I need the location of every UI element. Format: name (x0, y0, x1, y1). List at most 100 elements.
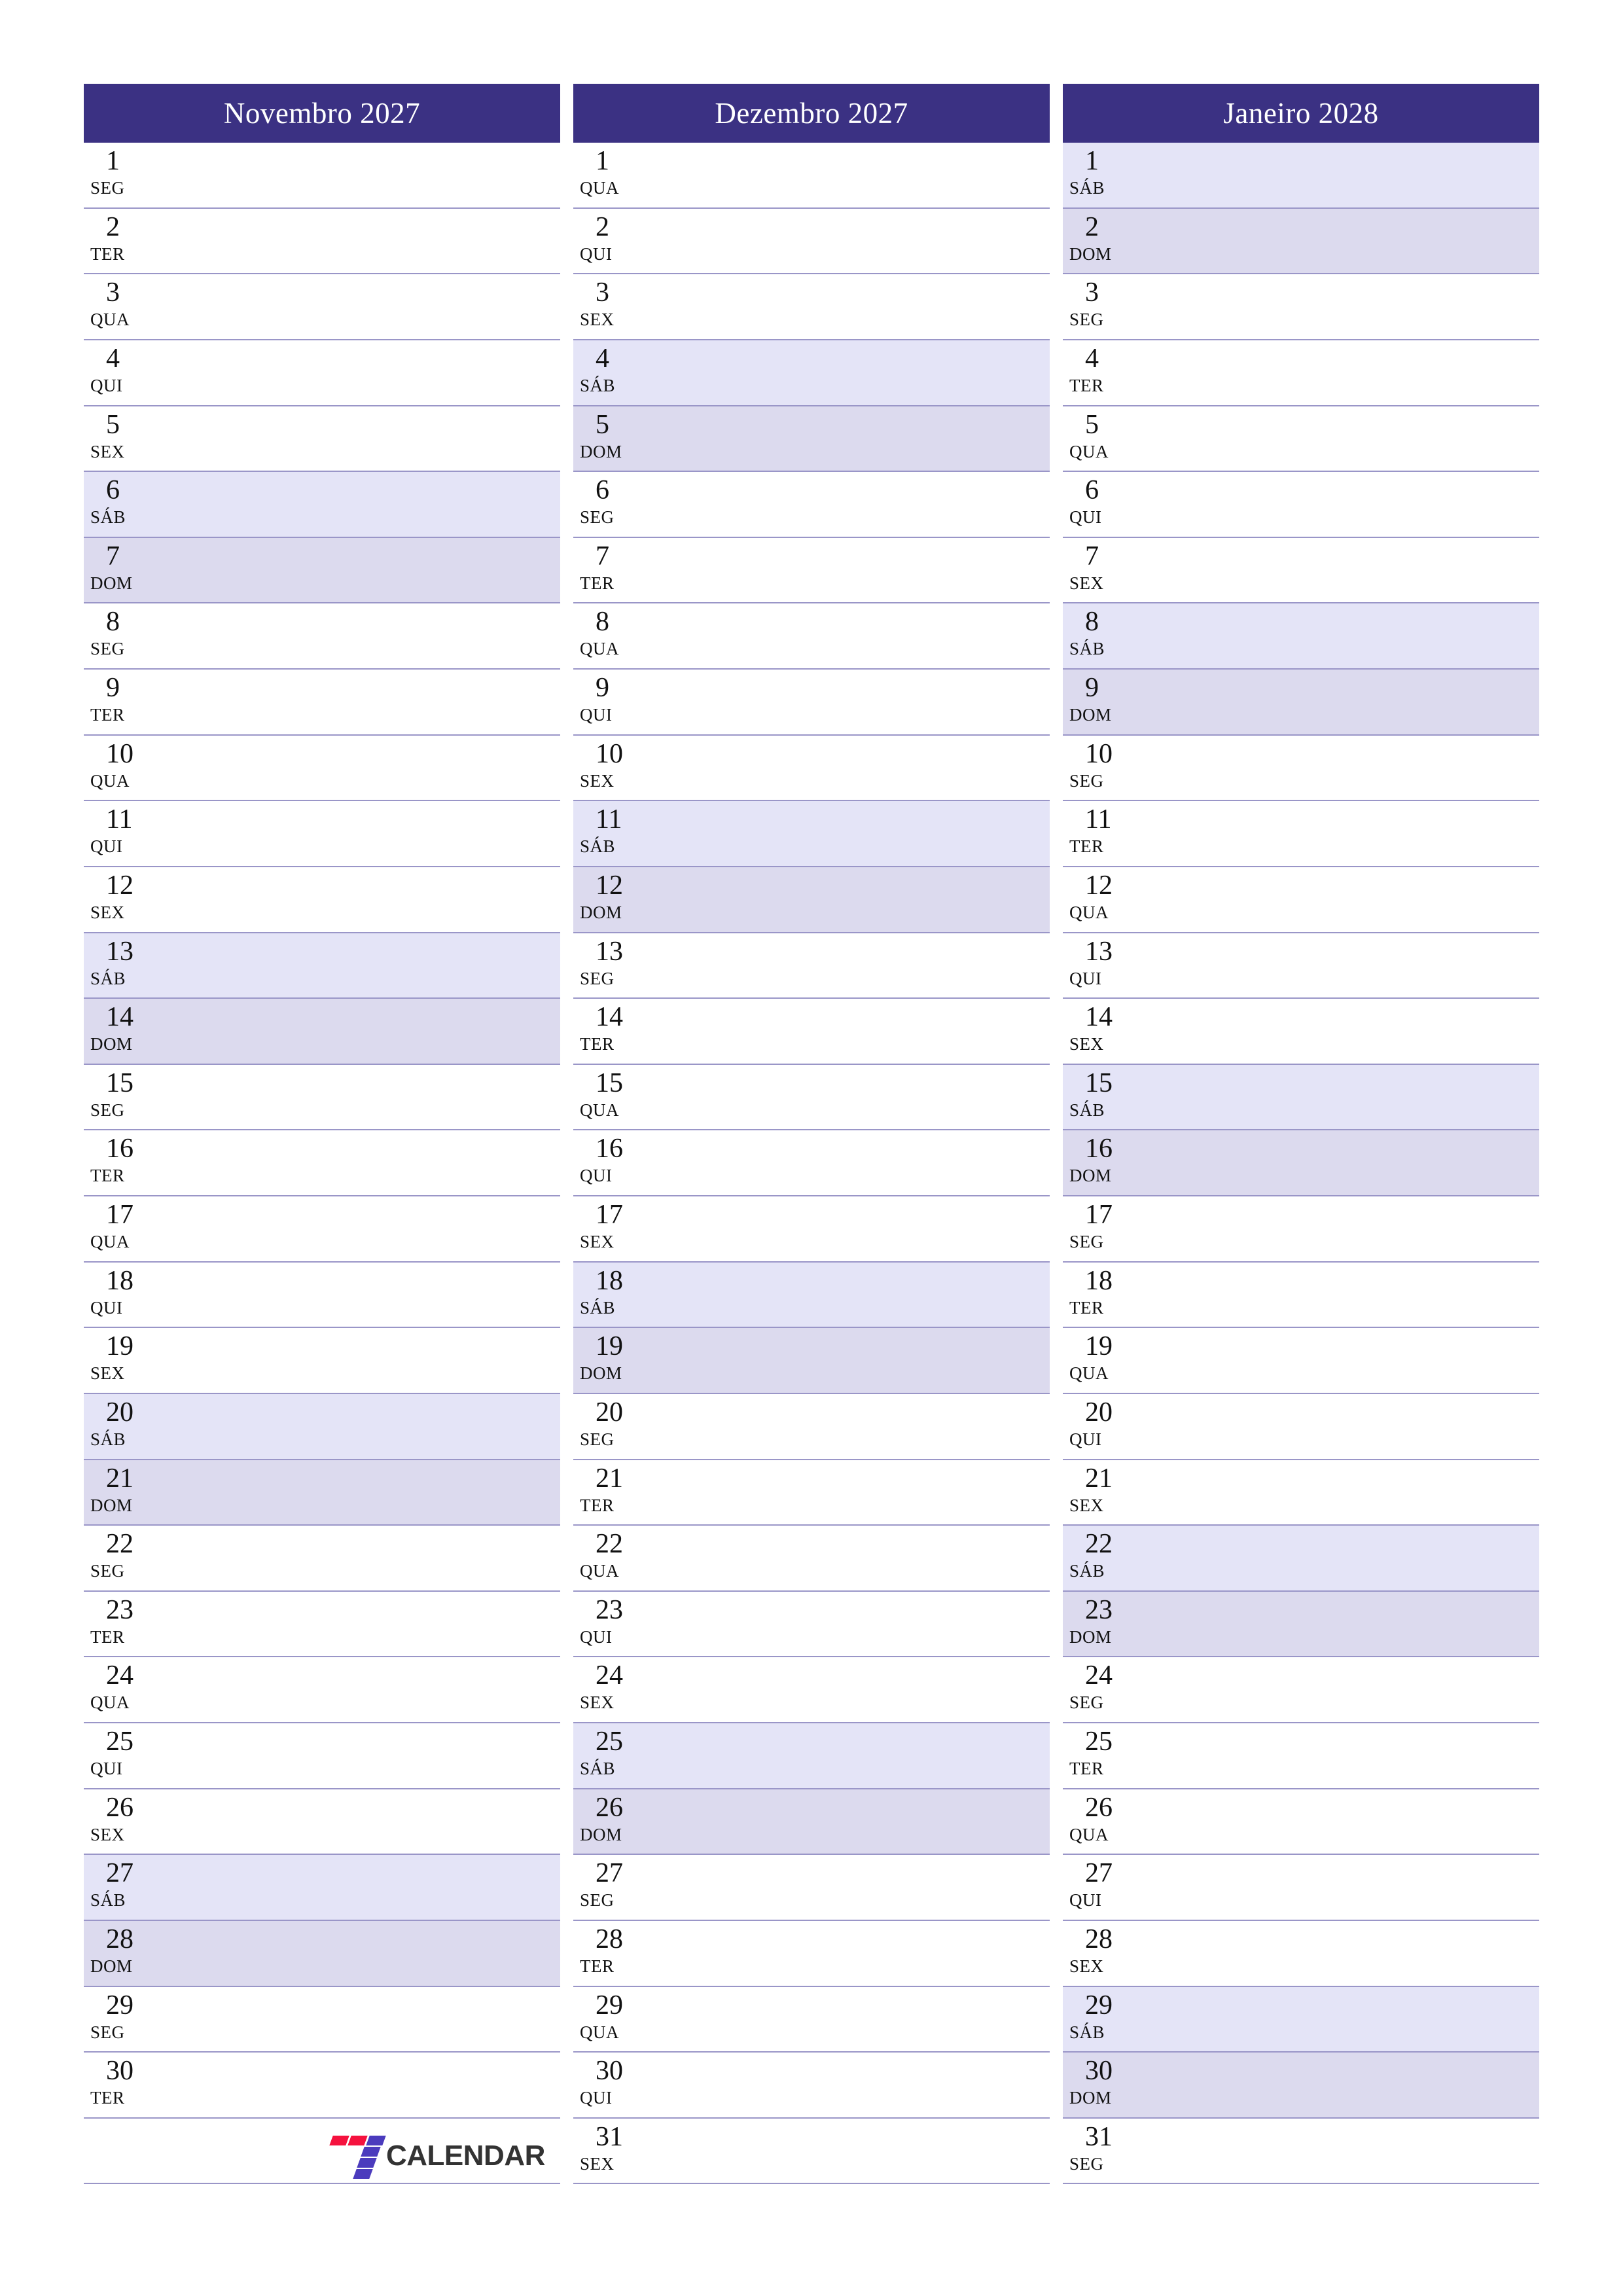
day-row[interactable]: 13 SEG (573, 933, 1050, 999)
day-row[interactable]: 31 SEG (1063, 2118, 1539, 2185)
day-row[interactable]: 14 TER (573, 999, 1050, 1065)
day-row[interactable]: 24 SEG (1063, 1657, 1539, 1723)
day-row[interactable]: 12 SEX (84, 867, 560, 933)
day-row[interactable]: 16 DOM (1063, 1130, 1539, 1196)
day-row[interactable]: 9 DOM (1063, 670, 1539, 736)
day-row[interactable]: 24 SEX (573, 1657, 1050, 1723)
day-row[interactable]: 12 QUA (1063, 867, 1539, 933)
day-row[interactable]: 9 TER (84, 670, 560, 736)
day-row[interactable]: 20 SEG (573, 1393, 1050, 1460)
day-weekday-label: SEG (1069, 1693, 1104, 1713)
day-row[interactable]: 7 TER (573, 537, 1050, 604)
day-row[interactable]: 1 SÁB (1063, 143, 1539, 209)
day-row[interactable]: 17 SEX (573, 1196, 1050, 1263)
day-row[interactable]: 8 QUA (573, 603, 1050, 670)
day-row[interactable]: 11 TER (1063, 801, 1539, 867)
day-row[interactable]: 29 SEG (84, 1986, 560, 2053)
day-row[interactable]: 3 QUA (84, 274, 560, 340)
day-row[interactable]: 5 DOM (573, 406, 1050, 473)
day-row[interactable]: 22 QUA (573, 1526, 1050, 1592)
day-row[interactable]: 18 SÁB (573, 1262, 1050, 1329)
day-row[interactable]: 2 QUI (573, 208, 1050, 275)
day-row[interactable]: 16 QUI (573, 1130, 1050, 1196)
day-row[interactable]: 27 QUI (1063, 1855, 1539, 1921)
day-row[interactable]: 22 SÁB (1063, 1526, 1539, 1592)
day-row[interactable]: 27 SEG (573, 1855, 1050, 1921)
day-row[interactable]: 16 TER (84, 1130, 560, 1196)
day-row[interactable]: 26 SEX (84, 1789, 560, 1856)
day-row[interactable]: 10 SEG (1063, 735, 1539, 802)
day-row[interactable]: 11 SÁB (573, 801, 1050, 867)
day-row[interactable]: 14 DOM (84, 999, 560, 1065)
day-row[interactable]: CALENDAR (84, 2118, 560, 2185)
day-row[interactable]: 15 SEG (84, 1064, 560, 1131)
day-row[interactable]: 6 QUI (1063, 472, 1539, 538)
day-row[interactable]: 13 SÁB (84, 933, 560, 999)
day-row[interactable]: 24 QUA (84, 1657, 560, 1723)
day-row[interactable]: 26 QUA (1063, 1789, 1539, 1856)
seven-mark-tile (348, 2135, 368, 2145)
day-row[interactable]: 9 QUI (573, 670, 1050, 736)
day-row[interactable]: 10 SEX (573, 735, 1050, 802)
day-row[interactable]: 7 DOM (84, 537, 560, 604)
day-row[interactable]: 17 SEG (1063, 1196, 1539, 1263)
day-row[interactable]: 21 SEX (1063, 1460, 1539, 1526)
day-number: 15 (596, 1067, 623, 1098)
day-row[interactable]: 21 TER (573, 1460, 1050, 1526)
day-row[interactable]: 25 QUI (84, 1723, 560, 1789)
day-row[interactable]: 21 DOM (84, 1460, 560, 1526)
day-row[interactable]: 1 SEG (84, 143, 560, 209)
day-row[interactable]: 8 SÁB (1063, 603, 1539, 670)
day-number: 27 (106, 1858, 134, 1889)
day-row[interactable]: 2 DOM (1063, 208, 1539, 275)
day-row[interactable]: 13 QUI (1063, 933, 1539, 999)
month-column-november-2027: Novembro 2027 1 SEG 2 TER 3 QUA 4 QUI 5 SEX 6 SÁB 7 DO… (84, 84, 560, 2185)
day-row[interactable]: 25 TER (1063, 1723, 1539, 1789)
day-row[interactable]: 18 TER (1063, 1262, 1539, 1329)
day-row[interactable]: 28 SEX (1063, 1920, 1539, 1987)
day-row[interactable]: 23 TER (84, 1591, 560, 1658)
day-row[interactable]: 11 QUI (84, 801, 560, 867)
day-row[interactable]: 6 SEG (573, 472, 1050, 538)
day-row[interactable]: 20 SÁB (84, 1393, 560, 1460)
day-row[interactable]: 29 QUA (573, 1986, 1050, 2053)
day-row[interactable]: 28 TER (573, 1920, 1050, 1987)
day-row[interactable]: 26 DOM (573, 1789, 1050, 1856)
day-row[interactable]: 8 SEG (84, 603, 560, 670)
day-row[interactable]: 15 SÁB (1063, 1064, 1539, 1131)
day-row[interactable]: 28 DOM (84, 1920, 560, 1987)
day-row[interactable]: 2 TER (84, 208, 560, 275)
day-number: 16 (106, 1134, 134, 1164)
day-row[interactable]: 10 QUA (84, 735, 560, 802)
day-row[interactable]: 27 SÁB (84, 1855, 560, 1921)
day-row[interactable]: 1 QUA (573, 143, 1050, 209)
day-row[interactable]: 18 QUI (84, 1262, 560, 1329)
day-row[interactable]: 19 QUA (1063, 1328, 1539, 1394)
day-row[interactable]: 5 SEX (84, 406, 560, 473)
day-row[interactable]: 4 SÁB (573, 340, 1050, 406)
day-row[interactable]: 14 SEX (1063, 999, 1539, 1065)
day-row[interactable]: 17 QUA (84, 1196, 560, 1263)
day-row[interactable]: 23 QUI (573, 1591, 1050, 1658)
day-row[interactable]: 31 SEX (573, 2118, 1050, 2185)
day-row[interactable]: 30 TER (84, 2053, 560, 2119)
day-row[interactable]: 30 QUI (573, 2053, 1050, 2119)
day-row[interactable]: 15 QUA (573, 1064, 1050, 1131)
day-row[interactable]: 5 QUA (1063, 406, 1539, 473)
day-row[interactable]: 20 QUI (1063, 1393, 1539, 1460)
day-row[interactable]: 22 SEG (84, 1526, 560, 1592)
day-number: 22 (596, 1529, 623, 1560)
day-row[interactable]: 3 SEX (573, 274, 1050, 340)
day-row[interactable]: 4 TER (1063, 340, 1539, 406)
day-row[interactable]: 6 SÁB (84, 472, 560, 538)
day-row[interactable]: 23 DOM (1063, 1591, 1539, 1658)
day-row[interactable]: 7 SEX (1063, 537, 1539, 604)
day-row[interactable]: 19 SEX (84, 1328, 560, 1394)
day-row[interactable]: 4 QUI (84, 340, 560, 406)
day-row[interactable]: 19 DOM (573, 1328, 1050, 1394)
day-row[interactable]: 3 SEG (1063, 274, 1539, 340)
day-row[interactable]: 12 DOM (573, 867, 1050, 933)
day-row[interactable]: 29 SÁB (1063, 1986, 1539, 2053)
day-row[interactable]: 25 SÁB (573, 1723, 1050, 1789)
day-row[interactable]: 30 DOM (1063, 2053, 1539, 2119)
